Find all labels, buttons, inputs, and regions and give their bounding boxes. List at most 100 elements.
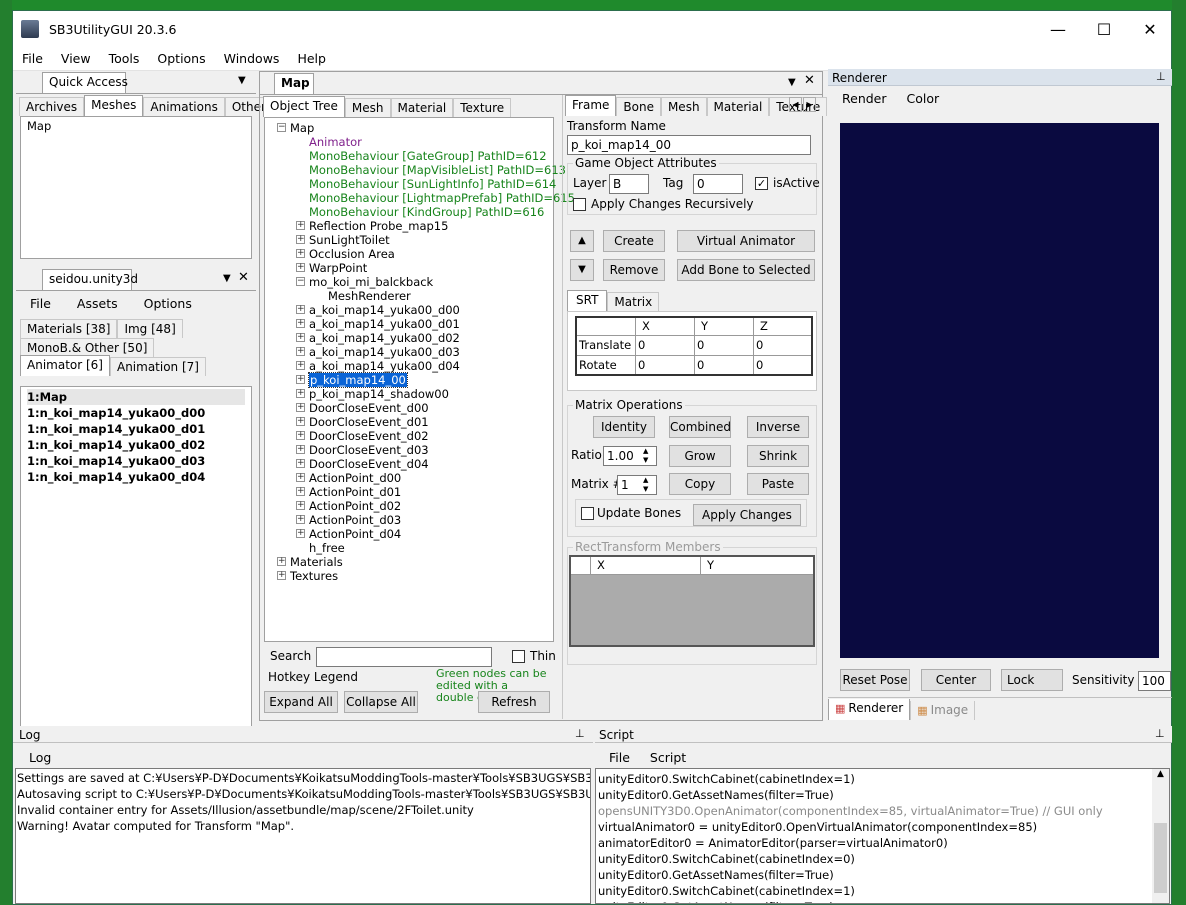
tree-expand-icon[interactable]: + <box>296 221 305 230</box>
close-icon[interactable]: ✕ <box>238 270 249 285</box>
dropdown-icon[interactable]: ▼ <box>223 273 231 284</box>
log-text[interactable]: Settings are saved at C:¥Users¥P-D¥Docum… <box>15 768 591 904</box>
tree-node[interactable]: a_koi_map14_yuka00_d02 <box>309 331 460 345</box>
minimize-button[interactable]: — <box>1035 11 1081 47</box>
tab-mesh[interactable]: Mesh <box>344 98 391 117</box>
grow-button[interactable]: Grow <box>669 445 731 467</box>
grid-cell[interactable]: 0 <box>754 336 811 355</box>
tree-expand-icon[interactable]: + <box>296 473 305 482</box>
tree-node[interactable]: DoorCloseEvent_d03 <box>309 443 429 457</box>
dropdown-icon[interactable]: ▼ <box>788 77 796 88</box>
shrink-button[interactable]: Shrink <box>747 445 809 467</box>
tab-materials[interactable]: Materials [38] <box>20 319 118 338</box>
tab-matrix[interactable]: Matrix <box>607 292 660 311</box>
tab-renderer[interactable]: ▦ Renderer <box>828 699 911 720</box>
tree-expand-icon[interactable]: + <box>296 403 305 412</box>
maximize-button[interactable]: ☐ <box>1081 11 1127 47</box>
tree-expand-icon[interactable]: + <box>296 487 305 496</box>
move-down-icon[interactable]: ▼ <box>570 259 594 281</box>
tree-node[interactable]: a_koi_map14_yuka00_d04 <box>309 359 460 373</box>
tab-img[interactable]: Img [48] <box>117 319 183 338</box>
matrix-num-field[interactable]: 1 <box>617 475 657 495</box>
tree-expand-icon[interactable]: + <box>296 319 305 328</box>
list-item[interactable]: 1:n_koi_map14_yuka00_d02 <box>27 437 245 453</box>
tree-node[interactable]: Map <box>290 121 314 135</box>
combined-button[interactable]: Combined <box>669 416 731 438</box>
tree-expand-icon[interactable]: + <box>296 361 305 370</box>
tab-archives[interactable]: Archives <box>19 97 85 116</box>
apply-changes-button[interactable]: Apply Changes <box>693 504 801 526</box>
tree-node[interactable]: MonoBehaviour [GateGroup] PathID=612 <box>309 149 547 163</box>
tree-node[interactable]: MonoBehaviour [LightmapPrefab] PathID=61… <box>309 191 575 205</box>
tree-node[interactable]: DoorCloseEvent_d04 <box>309 457 429 471</box>
meshes-list[interactable]: Map <box>20 116 252 259</box>
pin-icon[interactable]: ⊥ <box>575 727 585 740</box>
layer-field[interactable]: B <box>609 174 649 194</box>
inverse-button[interactable]: Inverse <box>747 416 809 438</box>
tree-node[interactable]: a_koi_map14_yuka00_d01 <box>309 317 460 331</box>
renderer-viewport[interactable] <box>840 123 1159 658</box>
tab-animation[interactable]: Animation [7] <box>109 357 206 376</box>
scroll-thumb[interactable] <box>1154 823 1167 893</box>
ratio-spinner-icon[interactable]: ▲ ▼ <box>643 447 648 465</box>
refresh-button[interactable]: Refresh <box>478 691 550 713</box>
tree-expand-icon[interactable]: + <box>296 389 305 398</box>
srt-grid[interactable]: XYZTranslate000Rotate000Scale1.01.01.0 <box>575 316 813 376</box>
create-button[interactable]: Create <box>603 230 665 252</box>
tab-mesh[interactable]: Mesh <box>660 97 707 116</box>
pin-icon[interactable]: ⊥ <box>1156 70 1166 83</box>
paste-button[interactable]: Paste <box>747 473 809 495</box>
tab-object-tree[interactable]: Object Tree <box>263 96 345 117</box>
script-scrollbar[interactable]: ▲ <box>1152 769 1169 903</box>
tree-node[interactable]: SunLightToilet <box>309 233 390 247</box>
tree-node[interactable]: DoorCloseEvent_d01 <box>309 415 429 429</box>
menu-tools[interactable]: Tools <box>100 51 149 66</box>
identity-button[interactable]: Identity <box>593 416 655 438</box>
tree-node[interactable]: h_free <box>309 541 345 555</box>
tree-expand-icon[interactable]: + <box>296 431 305 440</box>
lock-button[interactable]: Lock <box>1001 669 1063 691</box>
list-item[interactable]: 1:n_koi_map14_yuka00_d04 <box>27 469 245 485</box>
list-item[interactable]: 1:n_koi_map14_yuka00_d00 <box>27 405 245 421</box>
tree-node[interactable]: MonoBehaviour [KindGroup] PathID=616 <box>309 205 544 219</box>
list-item[interactable]: 1:n_koi_map14_yuka00_d01 <box>27 421 245 437</box>
grid-cell[interactable]: 0 <box>695 336 754 355</box>
menu-windows[interactable]: Windows <box>215 51 289 66</box>
matrix-num-spinner-icon[interactable]: ▲ ▼ <box>643 476 648 494</box>
add-bone-button[interactable]: Add Bone to Selected <box>677 259 815 281</box>
tree-node[interactable]: Reflection Probe_map15 <box>309 219 448 233</box>
virtual-animator-button[interactable]: Virtual Animator <box>677 230 815 252</box>
close-button[interactable]: ✕ <box>1127 11 1173 47</box>
tree-node[interactable]: ActionPoint_d02 <box>309 499 401 513</box>
rect-transform-grid[interactable]: X Y <box>569 555 815 647</box>
tree-expand-icon[interactable]: + <box>296 459 305 468</box>
menu-render[interactable]: Render <box>842 91 887 106</box>
tree-node[interactable]: ActionPoint_d03 <box>309 513 401 527</box>
dropdown-icon[interactable]: ▼ <box>238 75 246 86</box>
menu-file[interactable]: File <box>30 296 51 311</box>
tree-expand-icon[interactable]: + <box>277 571 286 580</box>
menu-color[interactable]: Color <box>907 91 940 106</box>
update-bones-checkbox[interactable] <box>581 507 594 520</box>
transform-name-field[interactable]: p_koi_map14_00 <box>567 135 811 155</box>
tree-node[interactable]: Occlusion Area <box>309 247 395 261</box>
tree-expand-icon[interactable]: + <box>296 515 305 524</box>
tab-bone[interactable]: Bone <box>616 97 661 116</box>
list-item[interactable]: 1:Map <box>27 389 245 405</box>
tree-node[interactable]: mo_koi_mi_balckback <box>309 275 433 289</box>
list-item[interactable]: 1:n_koi_map14_yuka00_d03 <box>27 453 245 469</box>
menu-help[interactable]: Help <box>288 51 335 66</box>
menu-file[interactable]: File <box>13 51 52 66</box>
reset-pose-button[interactable]: Reset Pose <box>840 669 910 691</box>
tab-material[interactable]: Material <box>390 98 454 117</box>
search-input[interactable] <box>316 647 492 667</box>
tree-node[interactable]: ActionPoint_d04 <box>309 527 401 541</box>
tree-node[interactable]: MeshRenderer <box>328 289 411 303</box>
tree-node[interactable]: Textures <box>290 569 338 583</box>
tree-expand-icon[interactable]: + <box>296 333 305 342</box>
menu-script[interactable]: Script <box>650 750 686 765</box>
tab-meshes[interactable]: Meshes <box>84 95 144 116</box>
tree-node[interactable]: Materials <box>290 555 343 569</box>
menu-view[interactable]: View <box>52 51 100 66</box>
menu-log[interactable]: Log <box>29 750 51 765</box>
